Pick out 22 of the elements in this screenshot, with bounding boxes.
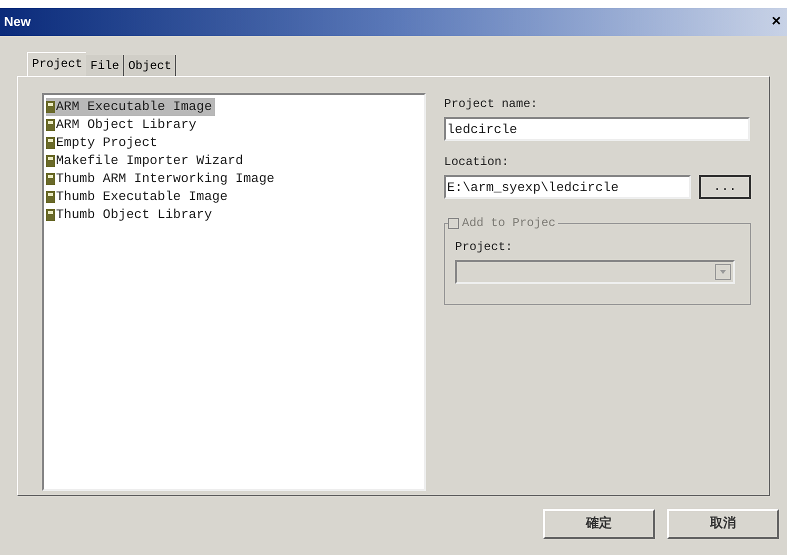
field-label: Project: [455,239,514,256]
dialog-button[interactable]: 取消 [667,509,779,539]
field-label: Project name: [444,96,539,113]
document-icon [46,137,55,149]
tab[interactable]: File [86,55,124,76]
input-field[interactable]: ledcircle [444,117,750,141]
dialog-button[interactable]: 確定 [543,509,655,539]
browse-button[interactable]: ... [699,175,751,199]
document-icon [46,191,55,203]
document-icon [46,101,55,113]
list-item[interactable]: ARM Executable Image [46,98,216,116]
field-label: Location: [444,154,510,171]
window-title: New [4,13,31,32]
document-icon [46,173,55,185]
checkbox-label: Add to Projec [462,215,556,232]
document-icon [46,155,55,167]
document-icon [46,119,55,131]
tab[interactable]: Object [124,55,176,76]
document-icon [46,209,55,221]
close-button[interactable]: × [770,14,783,30]
tab[interactable]: Project [27,52,86,76]
input-field[interactable]: E:\arm_syexp\ledcircle [444,175,691,199]
